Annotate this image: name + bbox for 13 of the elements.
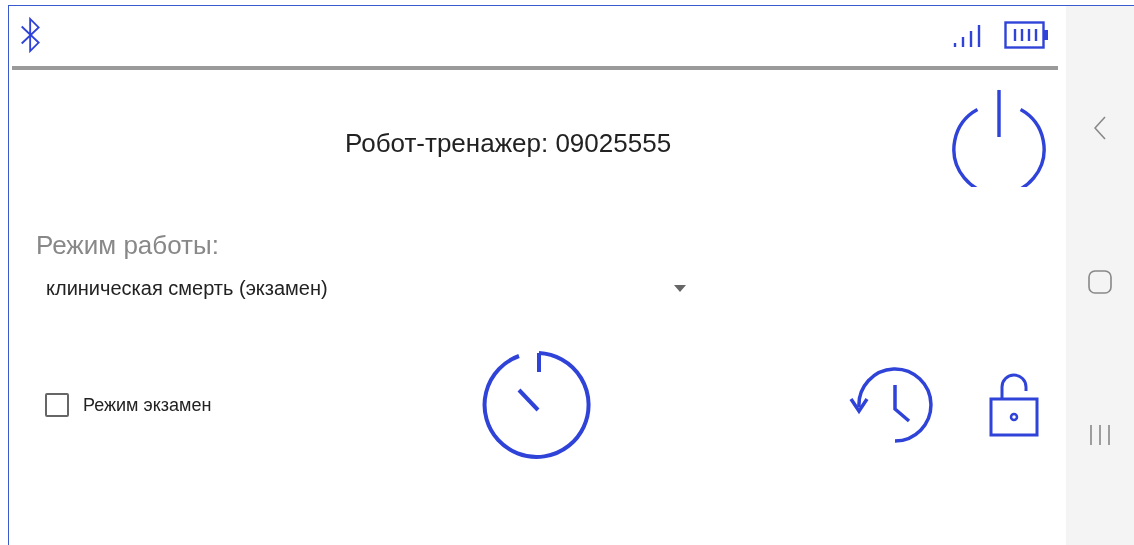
back-icon[interactable] xyxy=(1094,116,1106,140)
battery-icon xyxy=(1004,21,1050,49)
device-title: Робот-тренажер: 09025555 xyxy=(345,128,672,159)
history-icon[interactable] xyxy=(849,367,933,443)
mode-label: Режим работы: xyxy=(36,230,220,261)
exam-mode-checkbox[interactable]: Режим экзамен xyxy=(45,393,481,417)
mode-dropdown[interactable]: клиническая смерть (экзамен) xyxy=(46,277,686,300)
home-icon[interactable] xyxy=(1088,270,1112,294)
power-icon[interactable] xyxy=(950,87,1048,187)
timer-icon[interactable] xyxy=(481,350,591,460)
dropdown-caret-icon xyxy=(674,285,686,292)
unlock-icon[interactable] xyxy=(989,373,1039,437)
bluetooth-icon xyxy=(20,15,42,55)
